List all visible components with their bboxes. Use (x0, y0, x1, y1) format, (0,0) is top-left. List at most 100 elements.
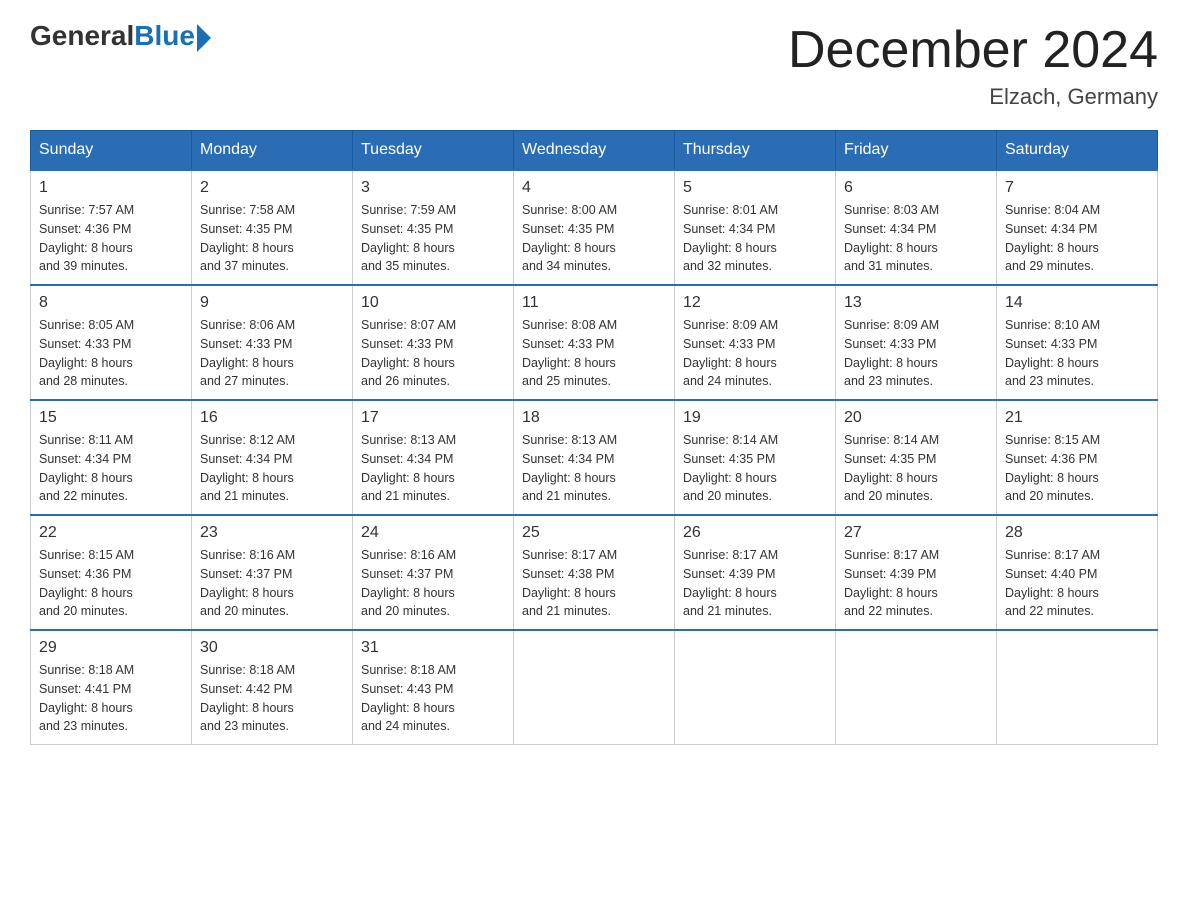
day-number: 12 (683, 294, 827, 312)
day-info: Sunrise: 8:04 AM Sunset: 4:34 PM Dayligh… (1005, 201, 1149, 276)
calendar-cell: 30 Sunrise: 8:18 AM Sunset: 4:42 PM Dayl… (192, 630, 353, 745)
weekday-header-thursday: Thursday (675, 131, 836, 171)
calendar-cell (836, 630, 997, 745)
day-number: 7 (1005, 179, 1149, 197)
day-info: Sunrise: 7:57 AM Sunset: 4:36 PM Dayligh… (39, 201, 183, 276)
day-number: 24 (361, 524, 505, 542)
calendar-cell: 9 Sunrise: 8:06 AM Sunset: 4:33 PM Dayli… (192, 285, 353, 400)
day-info: Sunrise: 8:17 AM Sunset: 4:38 PM Dayligh… (522, 546, 666, 621)
day-number: 26 (683, 524, 827, 542)
day-info: Sunrise: 8:09 AM Sunset: 4:33 PM Dayligh… (844, 316, 988, 391)
day-info: Sunrise: 8:07 AM Sunset: 4:33 PM Dayligh… (361, 316, 505, 391)
logo: General Blue (30, 20, 211, 52)
day-info: Sunrise: 8:00 AM Sunset: 4:35 PM Dayligh… (522, 201, 666, 276)
day-info: Sunrise: 8:10 AM Sunset: 4:33 PM Dayligh… (1005, 316, 1149, 391)
day-number: 11 (522, 294, 666, 312)
day-info: Sunrise: 8:16 AM Sunset: 4:37 PM Dayligh… (361, 546, 505, 621)
month-title: December 2024 (788, 20, 1158, 80)
calendar-cell (514, 630, 675, 745)
calendar-table: SundayMondayTuesdayWednesdayThursdayFrid… (30, 130, 1158, 745)
day-number: 10 (361, 294, 505, 312)
day-number: 27 (844, 524, 988, 542)
calendar-cell: 13 Sunrise: 8:09 AM Sunset: 4:33 PM Dayl… (836, 285, 997, 400)
day-info: Sunrise: 8:12 AM Sunset: 4:34 PM Dayligh… (200, 431, 344, 506)
week-row-3: 15 Sunrise: 8:11 AM Sunset: 4:34 PM Dayl… (31, 400, 1158, 515)
day-number: 8 (39, 294, 183, 312)
day-number: 1 (39, 179, 183, 197)
day-info: Sunrise: 8:09 AM Sunset: 4:33 PM Dayligh… (683, 316, 827, 391)
day-info: Sunrise: 8:06 AM Sunset: 4:33 PM Dayligh… (200, 316, 344, 391)
day-info: Sunrise: 8:16 AM Sunset: 4:37 PM Dayligh… (200, 546, 344, 621)
calendar-cell: 28 Sunrise: 8:17 AM Sunset: 4:40 PM Dayl… (997, 515, 1158, 630)
day-info: Sunrise: 8:18 AM Sunset: 4:42 PM Dayligh… (200, 661, 344, 736)
day-info: Sunrise: 8:08 AM Sunset: 4:33 PM Dayligh… (522, 316, 666, 391)
logo-triangle-icon (197, 24, 211, 52)
day-info: Sunrise: 7:58 AM Sunset: 4:35 PM Dayligh… (200, 201, 344, 276)
day-info: Sunrise: 8:17 AM Sunset: 4:40 PM Dayligh… (1005, 546, 1149, 621)
calendar-cell: 10 Sunrise: 8:07 AM Sunset: 4:33 PM Dayl… (353, 285, 514, 400)
calendar-cell: 2 Sunrise: 7:58 AM Sunset: 4:35 PM Dayli… (192, 170, 353, 285)
calendar-cell: 15 Sunrise: 8:11 AM Sunset: 4:34 PM Dayl… (31, 400, 192, 515)
calendar-cell: 29 Sunrise: 8:18 AM Sunset: 4:41 PM Dayl… (31, 630, 192, 745)
day-number: 4 (522, 179, 666, 197)
day-number: 5 (683, 179, 827, 197)
week-row-4: 22 Sunrise: 8:15 AM Sunset: 4:36 PM Dayl… (31, 515, 1158, 630)
week-row-1: 1 Sunrise: 7:57 AM Sunset: 4:36 PM Dayli… (31, 170, 1158, 285)
day-info: Sunrise: 8:15 AM Sunset: 4:36 PM Dayligh… (1005, 431, 1149, 506)
day-info: Sunrise: 8:14 AM Sunset: 4:35 PM Dayligh… (844, 431, 988, 506)
day-info: Sunrise: 8:15 AM Sunset: 4:36 PM Dayligh… (39, 546, 183, 621)
day-number: 28 (1005, 524, 1149, 542)
calendar-cell: 3 Sunrise: 7:59 AM Sunset: 4:35 PM Dayli… (353, 170, 514, 285)
calendar-cell (997, 630, 1158, 745)
day-number: 16 (200, 409, 344, 427)
calendar-cell: 11 Sunrise: 8:08 AM Sunset: 4:33 PM Dayl… (514, 285, 675, 400)
day-number: 9 (200, 294, 344, 312)
weekday-header-tuesday: Tuesday (353, 131, 514, 171)
logo-blue-text: Blue (134, 20, 195, 52)
calendar-cell: 21 Sunrise: 8:15 AM Sunset: 4:36 PM Dayl… (997, 400, 1158, 515)
day-number: 13 (844, 294, 988, 312)
day-info: Sunrise: 8:17 AM Sunset: 4:39 PM Dayligh… (844, 546, 988, 621)
day-number: 23 (200, 524, 344, 542)
calendar-cell: 16 Sunrise: 8:12 AM Sunset: 4:34 PM Dayl… (192, 400, 353, 515)
day-info: Sunrise: 8:13 AM Sunset: 4:34 PM Dayligh… (361, 431, 505, 506)
day-number: 19 (683, 409, 827, 427)
location-subtitle: Elzach, Germany (788, 84, 1158, 110)
week-row-5: 29 Sunrise: 8:18 AM Sunset: 4:41 PM Dayl… (31, 630, 1158, 745)
day-info: Sunrise: 8:11 AM Sunset: 4:34 PM Dayligh… (39, 431, 183, 506)
day-number: 6 (844, 179, 988, 197)
weekday-header-row: SundayMondayTuesdayWednesdayThursdayFrid… (31, 131, 1158, 171)
day-info: Sunrise: 8:18 AM Sunset: 4:43 PM Dayligh… (361, 661, 505, 736)
calendar-cell: 22 Sunrise: 8:15 AM Sunset: 4:36 PM Dayl… (31, 515, 192, 630)
weekday-header-saturday: Saturday (997, 131, 1158, 171)
calendar-cell (675, 630, 836, 745)
week-row-2: 8 Sunrise: 8:05 AM Sunset: 4:33 PM Dayli… (31, 285, 1158, 400)
calendar-cell: 25 Sunrise: 8:17 AM Sunset: 4:38 PM Dayl… (514, 515, 675, 630)
day-info: Sunrise: 8:18 AM Sunset: 4:41 PM Dayligh… (39, 661, 183, 736)
day-info: Sunrise: 8:03 AM Sunset: 4:34 PM Dayligh… (844, 201, 988, 276)
calendar-cell: 17 Sunrise: 8:13 AM Sunset: 4:34 PM Dayl… (353, 400, 514, 515)
day-number: 14 (1005, 294, 1149, 312)
logo-general-text: General (30, 20, 134, 52)
calendar-cell: 12 Sunrise: 8:09 AM Sunset: 4:33 PM Dayl… (675, 285, 836, 400)
calendar-cell: 31 Sunrise: 8:18 AM Sunset: 4:43 PM Dayl… (353, 630, 514, 745)
day-number: 2 (200, 179, 344, 197)
calendar-cell: 18 Sunrise: 8:13 AM Sunset: 4:34 PM Dayl… (514, 400, 675, 515)
day-info: Sunrise: 8:17 AM Sunset: 4:39 PM Dayligh… (683, 546, 827, 621)
calendar-cell: 1 Sunrise: 7:57 AM Sunset: 4:36 PM Dayli… (31, 170, 192, 285)
day-number: 20 (844, 409, 988, 427)
calendar-cell: 23 Sunrise: 8:16 AM Sunset: 4:37 PM Dayl… (192, 515, 353, 630)
weekday-header-sunday: Sunday (31, 131, 192, 171)
calendar-cell: 7 Sunrise: 8:04 AM Sunset: 4:34 PM Dayli… (997, 170, 1158, 285)
page-header: General Blue December 2024 Elzach, Germa… (30, 20, 1158, 110)
day-number: 30 (200, 639, 344, 657)
day-number: 3 (361, 179, 505, 197)
calendar-cell: 4 Sunrise: 8:00 AM Sunset: 4:35 PM Dayli… (514, 170, 675, 285)
day-info: Sunrise: 7:59 AM Sunset: 4:35 PM Dayligh… (361, 201, 505, 276)
title-section: December 2024 Elzach, Germany (788, 20, 1158, 110)
day-number: 25 (522, 524, 666, 542)
day-number: 29 (39, 639, 183, 657)
weekday-header-friday: Friday (836, 131, 997, 171)
weekday-header-wednesday: Wednesday (514, 131, 675, 171)
day-number: 17 (361, 409, 505, 427)
